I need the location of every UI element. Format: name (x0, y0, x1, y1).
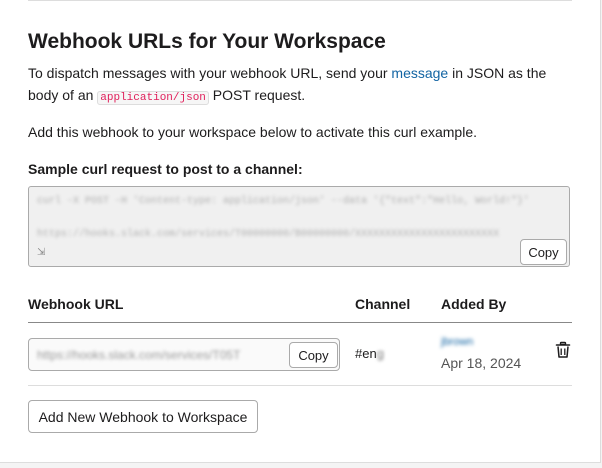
add-new-webhook-button[interactable]: Add New Webhook to Workspace (28, 400, 258, 433)
intro-text-end: POST request. (208, 87, 306, 103)
column-header-webhook-url: Webhook URL (28, 296, 124, 312)
top-divider (28, 0, 572, 1)
copy-curl-button[interactable]: Copy (520, 239, 567, 265)
message-link[interactable]: message (391, 65, 448, 81)
resize-handle-icon[interactable]: ⇲ (37, 247, 45, 258)
channel-name: #eng (355, 346, 384, 361)
instruction-text: Add this webhook to your workspace below… (28, 124, 478, 140)
column-header-channel: Channel (355, 296, 411, 312)
column-header-added-by: Added By (441, 296, 507, 312)
page-title: Webhook URLs for Your Workspace (28, 30, 386, 53)
row-divider (28, 385, 572, 386)
curl-label: Sample curl request to post to a channel… (28, 161, 303, 177)
curl-line-2: https://hooks.slack.com/services/T000000… (37, 229, 500, 240)
curl-textarea[interactable]: curl -X POST -H 'Content-type: applicati… (28, 186, 570, 267)
channel-name-redacted: g (376, 346, 384, 361)
webhook-url-value: https://hooks.slack.com/services/T05T (37, 348, 241, 362)
webhook-card: Webhook URLs for Your Workspace To dispa… (0, 0, 601, 463)
intro-text-start: To dispatch messages with your webhook U… (28, 65, 392, 81)
header-divider (28, 322, 572, 323)
intro-text: To dispatch messages with your webhook U… (28, 62, 576, 109)
added-by-user[interactable]: jbrown (441, 336, 473, 348)
content-type-code: application/json (97, 91, 209, 105)
added-date: Apr 18, 2024 (441, 355, 522, 371)
copy-webhook-url-button[interactable]: Copy (289, 342, 338, 368)
trash-icon[interactable] (554, 341, 572, 359)
channel-name-visible: #en (355, 346, 377, 361)
curl-line-1: curl -X POST -H 'Content-type: applicati… (37, 196, 530, 207)
